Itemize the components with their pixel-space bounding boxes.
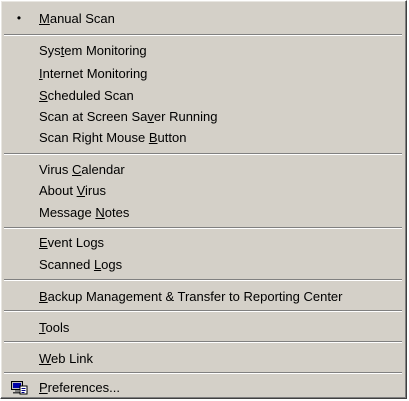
menu-item-label: Message Notes <box>39 205 130 220</box>
menu-separator <box>4 153 402 155</box>
menu-item-label: System Monitoring <box>39 43 147 58</box>
menu-item-label: Web Link <box>39 351 93 366</box>
menu-item-internet-monitoring[interactable]: Internet Monitoring <box>4 63 402 84</box>
menu-item-event-logs[interactable]: Event Logs <box>4 232 402 253</box>
menu-item-preferences[interactable]: Preferences... <box>4 377 402 398</box>
menu-separator <box>4 227 402 229</box>
menu-item-label: Preferences... <box>39 380 120 395</box>
menu-separator <box>4 372 402 374</box>
menu-item-right-mouse-scan[interactable]: Scan Right Mouse Button <box>4 127 402 148</box>
menu-item-label: Scan Right Mouse Button <box>39 130 187 145</box>
menu-item-label: About Virus <box>39 183 106 198</box>
menu-item-virus-calendar[interactable]: Virus Calendar <box>4 159 402 180</box>
menu-item-message-notes[interactable]: Message Notes <box>4 202 402 223</box>
menu-separator <box>4 34 402 36</box>
menu-item-label: Scheduled Scan <box>39 88 134 103</box>
menu-item-about-virus[interactable]: About Virus <box>4 180 402 201</box>
menu-item-scheduled-scan[interactable]: Scheduled Scan <box>4 85 402 106</box>
menu-item-label: Manual Scan <box>39 11 115 26</box>
menu-item-manual-scan[interactable]: • Manual Scan <box>4 8 402 29</box>
context-menu: • Manual Scan System Monitoring Internet… <box>0 0 407 399</box>
menu-separator <box>4 341 402 343</box>
menu-item-label: Event Logs <box>39 235 105 250</box>
menu-item-label: Scanned Logs <box>39 257 123 272</box>
menu-separator <box>4 310 402 312</box>
checked-bullet-icon: • <box>16 11 22 25</box>
preferences-icon <box>11 380 28 395</box>
menu-item-backup-management[interactable]: Backup Management & Transfer to Reportin… <box>4 286 402 307</box>
menu-separator <box>4 279 402 281</box>
menu-item-label: Backup Management & Transfer to Reportin… <box>39 289 343 304</box>
menu-item-label: Tools <box>39 320 70 335</box>
menu-item-scanned-logs[interactable]: Scanned Logs <box>4 254 402 275</box>
menu-item-tools[interactable]: Tools <box>4 317 402 338</box>
menu-item-system-monitoring[interactable]: System Monitoring <box>4 40 402 61</box>
menu-item-web-link[interactable]: Web Link <box>4 348 402 369</box>
menu-item-label: Virus Calendar <box>39 162 125 177</box>
menu-item-label: Scan at Screen Saver Running <box>39 109 218 124</box>
menu-item-label: Internet Monitoring <box>39 66 148 81</box>
menu-item-screen-saver-scan[interactable]: Scan at Screen Saver Running <box>4 106 402 127</box>
